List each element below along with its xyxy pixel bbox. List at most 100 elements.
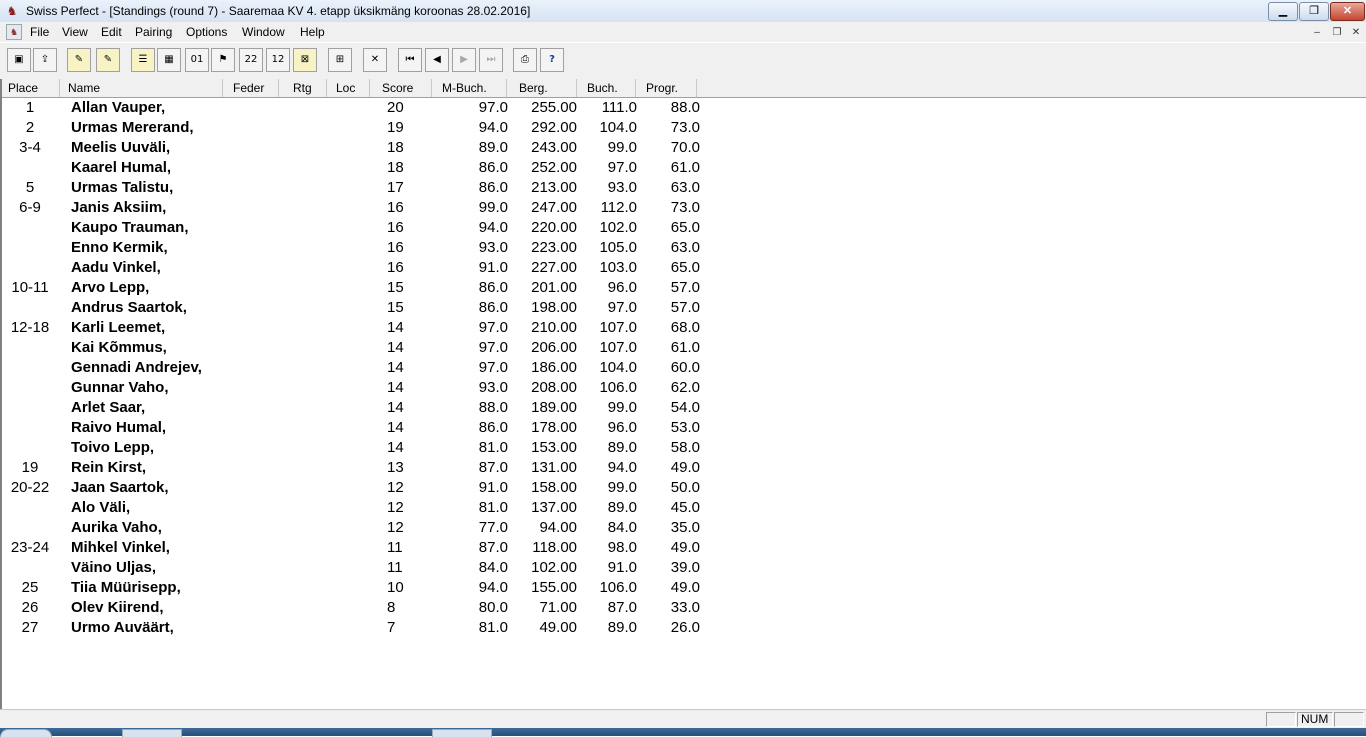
header-berg[interactable]: Berg.: [507, 79, 577, 97]
first-round-icon[interactable]: ⏮: [398, 48, 422, 72]
table-row[interactable]: Aurika Vaho, 12 77.0 94.00 84.0 35.0: [2, 518, 762, 538]
print-icon[interactable]: ⎙: [513, 48, 537, 72]
players-list-icon[interactable]: ☰: [131, 48, 155, 72]
toolbar: ▣ ⇪ ✎ ✎ ☰ ▦ 01 ⚑ 22 12 ⊠ ⊞ ✕ ⏮ ◀ ▶ ⏭ ⎙ ?: [0, 42, 1366, 80]
table-row[interactable]: Raivo Humal, 14 86.0 178.00 96.0 53.0: [2, 418, 762, 438]
chess-pieces-icon[interactable]: ♞: [4, 3, 20, 19]
open-tournament-icon[interactable]: ⇪: [33, 48, 57, 72]
mdi-minimize-button[interactable]: –: [1308, 25, 1326, 41]
menu-pairing[interactable]: Pairing: [135, 25, 172, 39]
header-m-buch[interactable]: M-Buch.: [432, 79, 507, 97]
name-cell: Toivo Lepp,: [71, 439, 155, 456]
mdi-close-button[interactable]: ✕: [1347, 25, 1365, 41]
table-row[interactable]: Gennadi Andrejev, 14 97.0 186.00 104.0 60.0: [2, 358, 762, 378]
table-view-icon[interactable]: ▦: [157, 48, 181, 72]
name-cell: Janis Aksiim,: [71, 199, 167, 216]
header-buch[interactable]: Buch.: [577, 79, 636, 97]
last-round-icon[interactable]: ⏭: [479, 48, 503, 72]
buch-cell: 87.0: [607, 599, 637, 616]
menu-view[interactable]: View: [62, 25, 88, 39]
berg-cell: 118.00: [532, 539, 577, 556]
header-name[interactable]: Name: [60, 79, 223, 97]
delete-round-icon[interactable]: ✕: [363, 48, 387, 72]
crosstable-icon[interactable]: ⊠: [293, 48, 317, 72]
menu-options[interactable]: Options: [186, 25, 227, 39]
buch-cell: 112.0: [600, 199, 637, 216]
table-row[interactable]: Andrus Saartok, 15 86.0 198.00 97.0 57.0: [2, 298, 762, 318]
next-round-icon[interactable]: ▶: [452, 48, 476, 72]
header-loc[interactable]: Loc: [327, 79, 370, 97]
progr-cell: 68.0: [670, 319, 700, 336]
mdi-restore-button[interactable]: ❐: [1328, 25, 1346, 41]
table-row[interactable]: Kaarel Humal, 18 86.0 252.00 97.0 61.0: [2, 158, 762, 178]
table-row[interactable]: 3-4 Meelis Uuväli, 18 89.0 243.00 99.0 70.0: [2, 138, 762, 158]
table-row[interactable]: 25 Tiia Müürisepp, 10 94.0 155.00 106.0 49.0: [2, 578, 762, 598]
help-icon[interactable]: ?: [540, 48, 564, 72]
berg-cell: 94.00: [539, 519, 577, 536]
minimize-button[interactable]: ▁: [1268, 2, 1298, 21]
number-2285-icon[interactable]: 22: [239, 48, 263, 72]
table-row[interactable]: Kaupo Trauman, 16 94.0 220.00 102.0 65.0: [2, 218, 762, 238]
menu-help[interactable]: Help: [300, 25, 325, 39]
table-row[interactable]: 12-18 Karli Leemet, 14 97.0 210.00 107.0 68.0: [2, 318, 762, 338]
header-feder[interactable]: Feder: [223, 79, 279, 97]
score-cell: 12: [387, 479, 404, 496]
menu-edit[interactable]: Edit: [101, 25, 122, 39]
table-row[interactable]: Gunnar Vaho, 14 93.0 208.00 106.0 62.0: [2, 378, 762, 398]
table-row[interactable]: 2 Urmas Mererand, 19 94.0 292.00 104.0 73.0: [2, 118, 762, 138]
binary-icon[interactable]: 01: [185, 48, 209, 72]
progr-cell: 50.0: [670, 479, 700, 496]
buch-cell: 106.0: [599, 579, 637, 596]
table-row[interactable]: 20-22 Jaan Saartok, 12 91.0 158.00 99.0 50.0: [2, 478, 762, 498]
previous-round-icon[interactable]: ◀: [425, 48, 449, 72]
name-cell: Alo Väli,: [71, 499, 131, 516]
buch-cell: 107.0: [599, 319, 637, 336]
table-row[interactable]: Enno Kermik, 16 93.0 223.00 105.0 63.0: [2, 238, 762, 258]
table-row[interactable]: Alo Väli, 12 81.0 137.00 89.0 45.0: [2, 498, 762, 518]
table-row[interactable]: Aadu Vinkel, 16 91.0 227.00 103.0 65.0: [2, 258, 762, 278]
table-row[interactable]: 1 Allan Vauper, 20 97.0 255.00 111.0 88.0: [2, 98, 762, 118]
standings-grid[interactable]: Place Name Feder Rtg Loc Score M-Buch. B…: [0, 79, 1366, 709]
menu-file[interactable]: File: [30, 25, 49, 39]
name-cell: Aurika Vaho,: [71, 519, 162, 536]
close-button[interactable]: ✕: [1330, 2, 1365, 21]
table-row[interactable]: 19 Rein Kirst, 13 87.0 131.00 94.0 49.0: [2, 458, 762, 478]
header-place[interactable]: Place: [2, 79, 60, 97]
score-cell: 17: [387, 179, 404, 196]
new-tournament-icon[interactable]: ▣: [7, 48, 31, 72]
standings-table-icon[interactable]: ⊞: [328, 48, 352, 72]
header-rtg[interactable]: Rtg: [279, 79, 327, 97]
table-row[interactable]: Väino Uljas, 11 84.0 102.00 91.0 39.0: [2, 558, 762, 578]
header-progr[interactable]: Progr.: [636, 79, 697, 97]
score-cell: 8: [387, 599, 396, 616]
table-row[interactable]: 6-9 Janis Aksiim, 16 99.0 247.00 112.0 73.0: [2, 198, 762, 218]
m-buch-cell: 97.0: [478, 339, 508, 356]
buch-cell: 106.0: [599, 379, 637, 396]
table-row[interactable]: 5 Urmas Talistu, 17 86.0 213.00 93.0 63.0: [2, 178, 762, 198]
pen-edit-all-icon[interactable]: ✎: [96, 48, 120, 72]
score-cell: 13: [387, 459, 404, 476]
table-row[interactable]: 10-11 Arvo Lepp, 15 86.0 201.00 96.0 57.0: [2, 278, 762, 298]
pen-edit-icon[interactable]: ✎: [67, 48, 91, 72]
m-buch-cell: 94.0: [478, 219, 508, 236]
number-1236-icon[interactable]: 12: [266, 48, 290, 72]
document-icon[interactable]: ♞: [6, 24, 22, 40]
berg-cell: 186.00: [531, 359, 577, 376]
score-cell: 19: [387, 119, 404, 136]
table-row[interactable]: Toivo Lepp, 14 81.0 153.00 89.0 58.0: [2, 438, 762, 458]
buch-cell: 96.0: [607, 279, 637, 296]
table-row[interactable]: 26 Olev Kiirend, 8 80.0 71.00 87.0 33.0: [2, 598, 762, 618]
buch-cell: 104.0: [599, 359, 637, 376]
buch-cell: 103.0: [599, 259, 637, 276]
place-cell: 26: [21, 599, 39, 616]
menu-window[interactable]: Window: [242, 25, 285, 39]
name-cell: Arvo Lepp,: [71, 279, 150, 296]
table-row[interactable]: 27 Urmo Auväärt, 7 81.0 49.00 89.0 26.0: [2, 618, 762, 638]
restore-button[interactable]: ❐: [1299, 2, 1329, 21]
pairing-icon[interactable]: ⚑: [211, 48, 235, 72]
table-row[interactable]: Arlet Saar, 14 88.0 189.00 99.0 54.0: [2, 398, 762, 418]
m-buch-cell: 97.0: [478, 99, 508, 116]
table-row[interactable]: Kai Kõmmus, 14 97.0 206.00 107.0 61.0: [2, 338, 762, 358]
table-row[interactable]: 23-24 Mihkel Vinkel, 11 87.0 118.00 98.0 49.0: [2, 538, 762, 558]
header-score[interactable]: Score: [370, 79, 432, 97]
